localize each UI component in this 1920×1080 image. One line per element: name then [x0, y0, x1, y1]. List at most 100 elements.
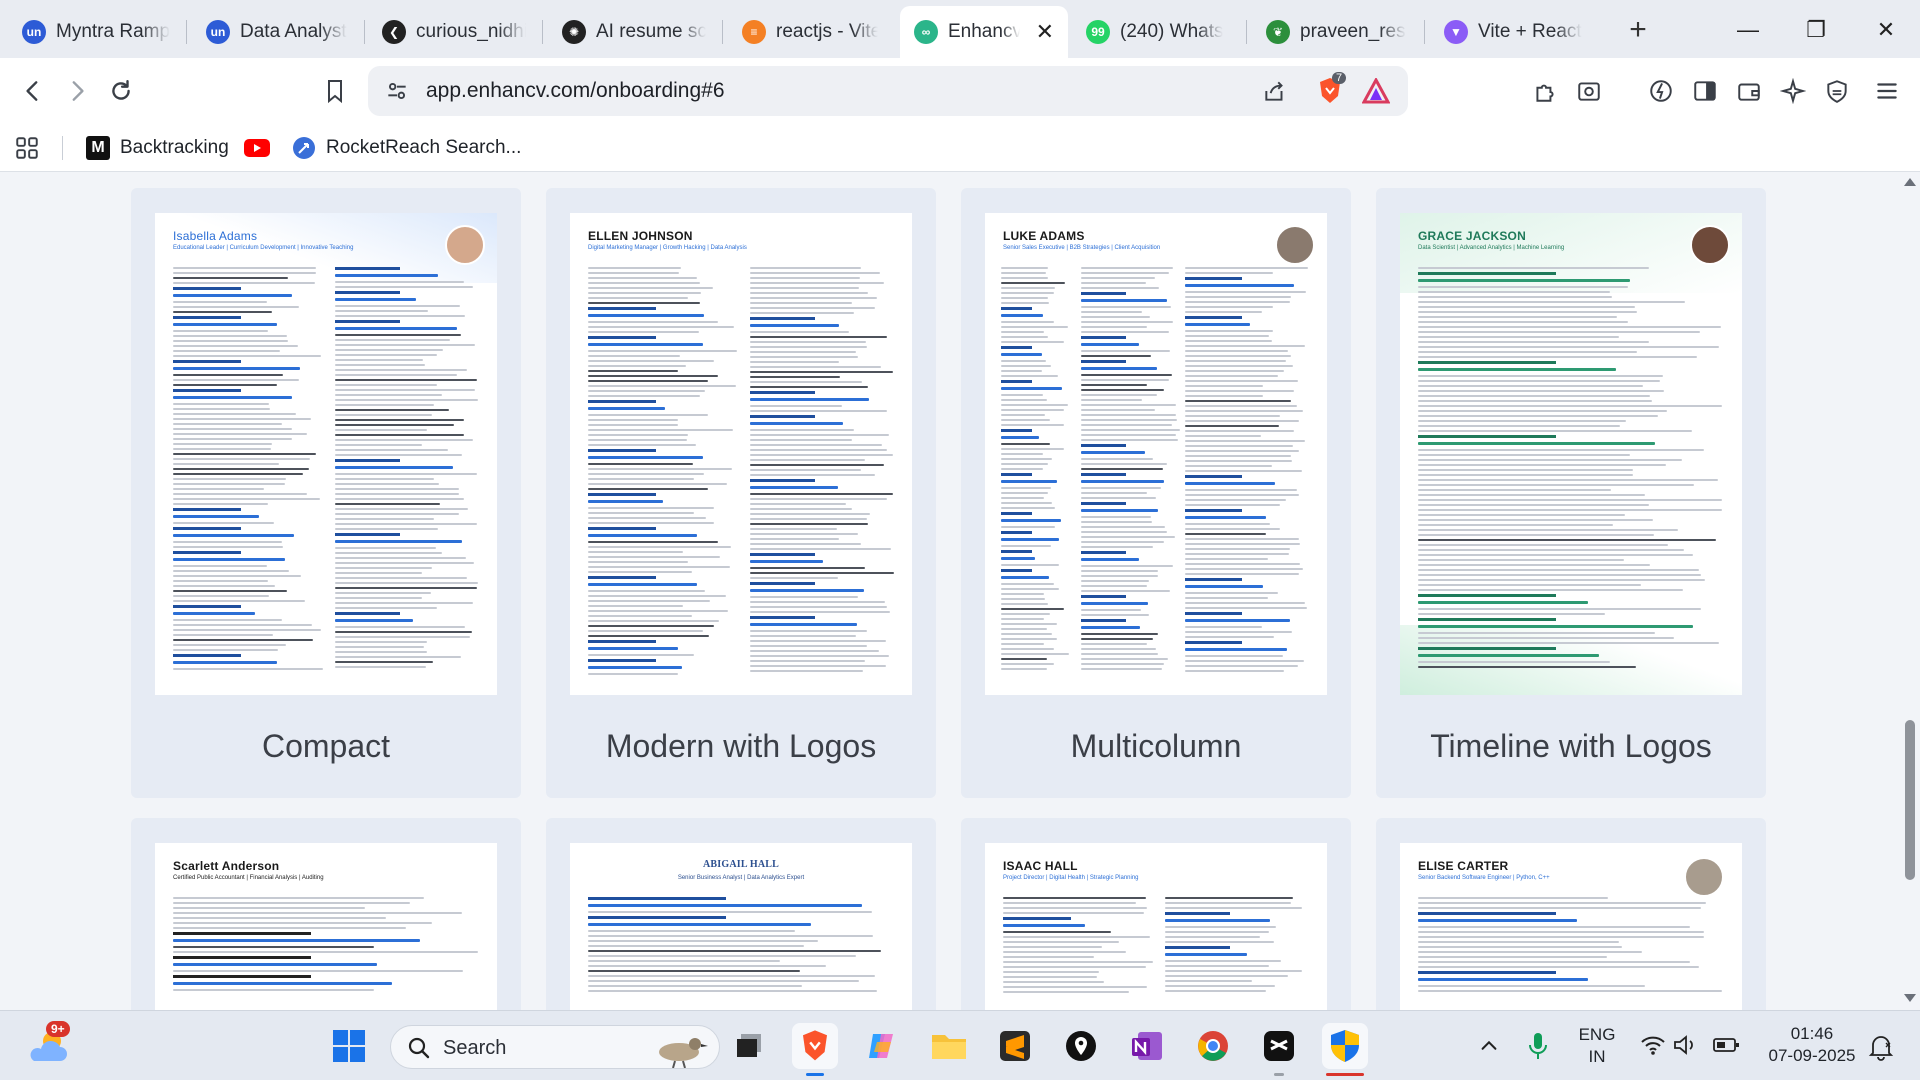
browser-tab[interactable]: ▼ Vite + React	[1430, 10, 1608, 54]
browser-tab[interactable]: 99 (240) Whats	[1072, 10, 1244, 54]
text-line	[335, 631, 472, 633]
address-bar[interactable]: app.enhancv.com/onboarding#6 7	[368, 66, 1408, 116]
text-line	[335, 315, 465, 317]
leo-ai-icon[interactable]	[1772, 70, 1814, 112]
resume-name: LUKE ADAMS	[1003, 229, 1085, 243]
task-view-button[interactable]	[726, 1023, 772, 1069]
extensions-icon[interactable]	[1524, 70, 1566, 112]
scroll-up-arrow-icon[interactable]	[1904, 178, 1916, 186]
text-line	[1418, 514, 1625, 516]
text-line	[1001, 658, 1047, 660]
bookmark-icon[interactable]	[314, 70, 356, 112]
text-line	[588, 355, 680, 357]
taskbar-search[interactable]: Search	[390, 1025, 720, 1069]
screenshot-icon[interactable]	[1568, 70, 1610, 112]
minimize-icon[interactable]: —	[1728, 10, 1768, 50]
role-line	[1001, 576, 1049, 579]
vpn-icon[interactable]	[1816, 70, 1858, 112]
text-line	[588, 950, 881, 952]
text-line	[173, 580, 268, 582]
text-line	[1081, 424, 1172, 426]
restore-icon[interactable]: ❐	[1796, 10, 1836, 50]
url-text[interactable]: app.enhancv.com/onboarding#6	[426, 66, 725, 116]
browser-tab[interactable]: ❦ praveen_res	[1252, 10, 1422, 54]
apps-grid-icon[interactable]	[14, 132, 40, 164]
taskbar-brave[interactable]	[792, 1023, 838, 1076]
running-indicator	[806, 1073, 824, 1076]
notification-bell-icon[interactable]	[1868, 1033, 1894, 1066]
taskbar-security[interactable]	[1322, 1023, 1368, 1076]
taskbar-file-explorer[interactable]	[926, 1023, 972, 1069]
role-line	[1081, 480, 1164, 483]
volume-icon[interactable]	[1672, 1033, 1698, 1062]
template-card[interactable]: ABIGAIL HALL Senior Business Analyst | Da…	[546, 818, 936, 1010]
taskbar-sublime[interactable]	[992, 1023, 1038, 1069]
brave-rewards-icon[interactable]	[1361, 76, 1391, 109]
text-line	[335, 503, 440, 505]
site-settings-icon[interactable]	[384, 78, 410, 109]
taskbar-capcut[interactable]	[1256, 1023, 1302, 1076]
template-card[interactable]: Scarlett Anderson Certified Public Accoun…	[131, 818, 521, 1010]
template-card[interactable]: Isabella Adams Educational Leader | Curri…	[131, 188, 521, 798]
section-heading	[1081, 473, 1126, 476]
text-line	[750, 493, 893, 495]
template-card[interactable]: ELLEN JOHNSON Digital Marketing Manager |…	[546, 188, 936, 798]
resume-preview: ABIGAIL HALL Senior Business Analyst | Da…	[570, 843, 912, 1010]
text-line	[335, 281, 464, 283]
new-tab-icon[interactable]: +	[1620, 12, 1656, 48]
template-card[interactable]: ELISE CARTER Senior Backend Software Engi…	[1376, 818, 1766, 1010]
close-tab-icon[interactable]: ✕	[1036, 19, 1054, 45]
back-icon[interactable]	[12, 70, 54, 112]
share-icon[interactable]	[1262, 78, 1288, 109]
text-line	[1001, 458, 1052, 460]
start-button[interactable]	[326, 1023, 372, 1069]
section-heading	[750, 317, 815, 320]
text-line	[588, 975, 875, 977]
browser-tab[interactable]: ❮ curious_nidhi	[368, 10, 540, 54]
browser-tab[interactable]: ∞ Enhancv ✕	[900, 6, 1068, 58]
weather-widget[interactable]: 9+	[26, 1021, 70, 1067]
show-hidden-icons-chevron-icon[interactable]	[1478, 1035, 1500, 1062]
tab-title: Enhancv	[948, 21, 1020, 42]
bookmark-backtracking[interactable]: M Backtracking	[86, 132, 229, 164]
text-line	[335, 478, 434, 480]
window-close-icon[interactable]: ✕	[1866, 10, 1906, 50]
scroll-down-arrow-icon[interactable]	[1904, 994, 1916, 1002]
microphone-icon[interactable]	[1526, 1031, 1550, 1066]
browser-tab[interactable]: ✺ AI resume sc	[548, 10, 720, 54]
resume-name: GRACE JACKSON	[1418, 229, 1526, 243]
page-scrollbar[interactable]	[1900, 172, 1920, 1010]
sidebar-icon[interactable]	[1684, 70, 1726, 112]
template-card[interactable]: ISAAC HALL Project Director | Digital Hea…	[961, 818, 1351, 1010]
text-line	[1003, 902, 1136, 904]
battery-icon[interactable]	[1712, 1035, 1740, 1060]
wallet-icon[interactable]	[1728, 70, 1770, 112]
taskbar-location-app[interactable]	[1058, 1023, 1104, 1069]
text-line	[1081, 521, 1152, 523]
bookmark-rocketreach[interactable]: RocketReach Search...	[292, 132, 521, 164]
brave-shields-icon[interactable]: 7	[1316, 72, 1347, 106]
taskbar-onenote[interactable]	[1124, 1023, 1170, 1069]
wifi-icon[interactable]	[1640, 1033, 1666, 1062]
browser-tab[interactable]: ≡ reactjs - Vite	[728, 10, 892, 54]
template-card[interactable]: LUKE ADAMS Senior Sales Executive | B2B S…	[961, 188, 1351, 798]
text-line	[588, 287, 713, 289]
speedreader-icon[interactable]	[1640, 70, 1682, 112]
browser-toolbar: app.enhancv.com/onboarding#6 7	[0, 58, 1920, 124]
browser-tab[interactable]: un Data Analyst	[192, 10, 362, 54]
browser-tab[interactable]: un Myntra Ramp	[8, 10, 184, 54]
reload-icon[interactable]	[100, 70, 142, 112]
bookmark-youtube[interactable]	[244, 132, 270, 164]
taskbar-chrome[interactable]	[1190, 1023, 1236, 1069]
language-indicator[interactable]: ENG IN	[1572, 1024, 1622, 1068]
scrollbar-thumb[interactable]	[1905, 720, 1915, 880]
forward-icon[interactable]	[56, 70, 98, 112]
taskbar-copilot[interactable]	[860, 1023, 906, 1069]
text-line	[173, 917, 386, 919]
text-line	[1001, 545, 1051, 547]
windows-logo-icon	[333, 1030, 365, 1062]
menu-icon[interactable]	[1866, 70, 1908, 112]
clock[interactable]: 01:46 07-09-2025	[1752, 1023, 1872, 1067]
template-card[interactable]: GRACE JACKSON Data Scientist | Advanced A…	[1376, 188, 1766, 798]
section-heading	[1081, 360, 1126, 363]
